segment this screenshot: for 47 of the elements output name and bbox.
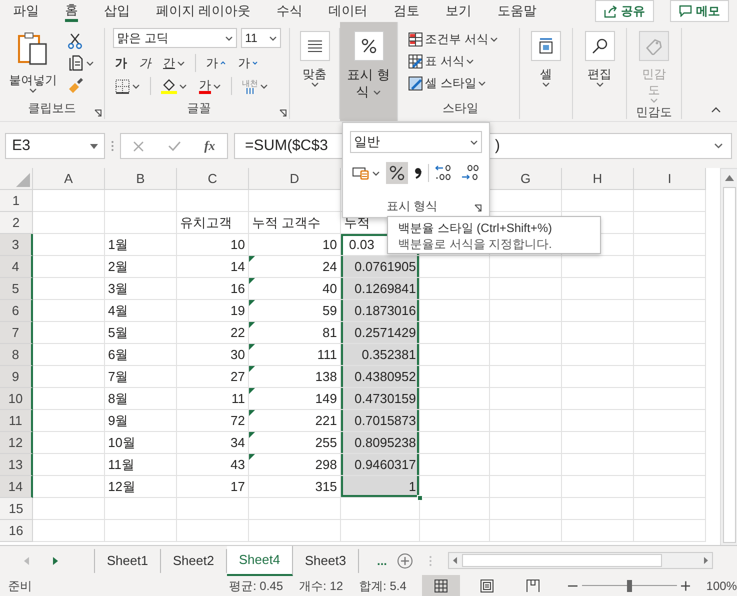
table-cell: 10월 — [105, 432, 177, 454]
table-cell: 0.4380952 — [341, 366, 420, 388]
table-cell: 0.1873016 — [341, 300, 420, 322]
group-title: 민감도 — [636, 104, 672, 121]
table-cell: 43 — [177, 454, 249, 476]
table-cell: 3월 — [105, 278, 177, 300]
table-cell: 10 — [249, 234, 341, 256]
table-cell: 0.8095238 — [341, 432, 420, 454]
table-cell: 9월 — [105, 410, 177, 432]
table-cell: 1월 — [105, 234, 177, 256]
table-cell: 6월 — [105, 344, 177, 366]
status-text: 개수: 12 — [299, 578, 344, 594]
table-cell: 30 — [177, 344, 249, 366]
table-cell: 22 — [177, 322, 249, 344]
table-cell: 8월 — [105, 388, 177, 410]
table-cell: 5월 — [105, 322, 177, 344]
table-cell: 0.9460317 — [341, 454, 420, 476]
table-cell: 14 — [177, 256, 249, 278]
table-cell: 유치고객 — [177, 212, 249, 234]
table-cell: 19 — [177, 300, 249, 322]
table-cell: 0.4730159 — [341, 388, 420, 410]
status-text: 합계: 5.4 — [359, 578, 406, 594]
group-title: 표시 형식 — [385, 198, 439, 215]
table-cell: 11 — [177, 388, 249, 410]
group-title: 스타일 — [442, 100, 480, 117]
group-title: 글꼴 — [186, 100, 212, 117]
table-cell: 10 — [177, 234, 249, 256]
table-cell: 0.1269841 — [341, 278, 420, 300]
table-cell: 0.352381 — [341, 344, 420, 366]
table-cell: 72 — [177, 410, 249, 432]
table-cell: 11월 — [105, 454, 177, 476]
table-cell: 1 — [341, 476, 420, 498]
table-cell: 12월 — [105, 476, 177, 498]
status-text: 준비 — [8, 578, 32, 594]
table-cell: 2월 — [105, 256, 177, 278]
table-cell: 34 — [177, 432, 249, 454]
table-cell: 누적 고객수 — [249, 212, 341, 234]
table-cell: 0.7015873 — [341, 410, 420, 432]
table-cell: 4월 — [105, 300, 177, 322]
table-cell: 17 — [177, 476, 249, 498]
table-cell: 0.2571429 — [341, 322, 420, 344]
group-title: 클립보드 — [27, 100, 77, 117]
table-cell: 0.0761905 — [341, 256, 420, 278]
table-cell: 27 — [177, 366, 249, 388]
table-cell: 7월 — [105, 366, 177, 388]
table-cell: 16 — [177, 278, 249, 300]
status-text: 평균: 0.45 — [229, 578, 284, 594]
